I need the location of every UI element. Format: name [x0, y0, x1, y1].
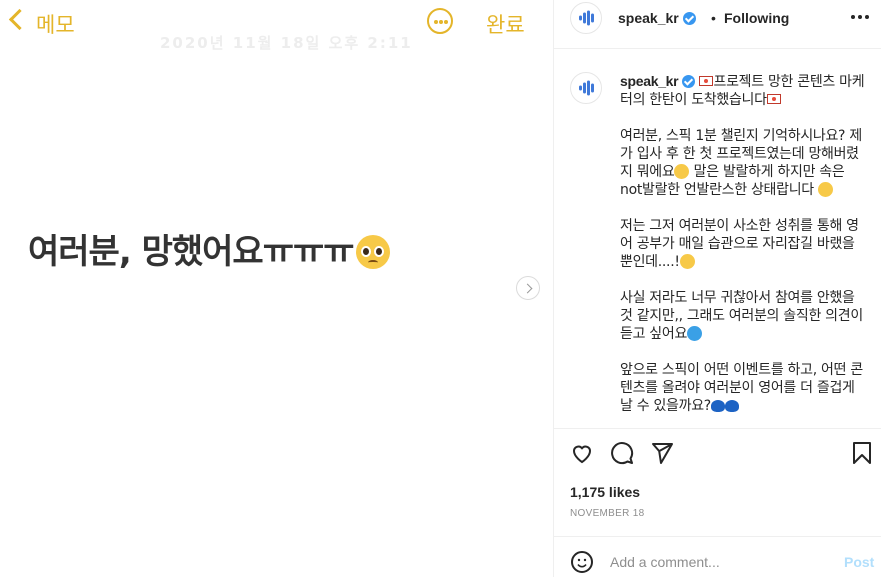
caption-text: 사실 저라도 너무 귀찮아서 참여를 안했을 것 같지만,, 그래도 여러분의 …: [620, 290, 863, 342]
next-media-button[interactable]: [516, 276, 540, 300]
caption-text: 저는 그저 여러분이 사소한 성취를 통해 영어 공부가 매일 습관으로 자리잡…: [620, 218, 859, 270]
caption-username[interactable]: speak_kr: [620, 73, 679, 89]
like-heart-icon[interactable]: [570, 441, 594, 465]
memo-done-label: 완료: [486, 13, 525, 37]
instagram-post-modal: 메모 완료 2020년 11월 18일 오후 2:11 여러분, 망했어요ㅠㅠㅠ…: [0, 0, 881, 577]
bookmark-save-icon[interactable]: [850, 441, 874, 465]
love-letter-emoji-icon: [766, 94, 781, 104]
pleading-face-emoji-icon: [355, 235, 390, 269]
post-caption: speak_kr 프로젝트 망한 콘텐츠 마케터의 한탄이 도착했습니다 여러분…: [620, 72, 870, 424]
likes-count[interactable]: 1,175 likes: [570, 484, 640, 500]
caption-text: 앞으로 스픽이 어떤 이벤트를 하고, 어떤 콘텐츠를 올려야 여러분이 영어를…: [620, 362, 863, 414]
comment-bubble-icon[interactable]: [610, 441, 634, 465]
comment-input[interactable]: [610, 554, 830, 570]
emoji-picker-icon[interactable]: [570, 550, 594, 574]
caption-paragraph: 저는 그저 여러분이 사소한 성취를 통해 영어 공부가 매일 습관으로 자리잡…: [620, 217, 870, 271]
wave-emoji-icon: [687, 326, 703, 341]
post-comment-button[interactable]: Post: [844, 554, 874, 570]
more-circle-icon: [427, 8, 453, 34]
chevron-right-icon: [522, 283, 533, 294]
post-media[interactable]: 메모 완료 2020년 11월 18일 오후 2:11 여러분, 망했어요ㅠㅠㅠ: [0, 0, 553, 577]
comment-divider: [554, 536, 881, 537]
memo-back-label: 메모: [36, 13, 75, 37]
smile-emoji-icon: [818, 182, 834, 197]
action-bar: [570, 441, 871, 465]
caption-paragraph: 사실 저라도 너무 귀찮아서 참여를 안했을 것 같지만,, 그래도 여러분의 …: [620, 289, 870, 343]
post-date[interactable]: NOVEMBER 18: [570, 508, 644, 519]
avatar[interactable]: [570, 2, 602, 34]
caption-divider: [554, 428, 881, 429]
caption-paragraph: 여러분, 스픽 1분 챌린지 기억하시나요? 제가 입사 후 한 첫 프로젝트였…: [620, 127, 870, 199]
smile-emoji-icon: [674, 164, 690, 179]
sad-face-emoji-icon: [679, 254, 695, 269]
comment-form: Post: [554, 544, 881, 577]
memo-headline: 여러분, 망했어요ㅠㅠㅠ: [28, 224, 390, 273]
verified-badge-icon: [682, 12, 696, 25]
verified-badge-icon: [682, 75, 696, 88]
blue-heart-emoji-icon: [710, 400, 725, 412]
header-username-text[interactable]: speak_kr: [618, 10, 679, 26]
caption-avatar[interactable]: [570, 72, 602, 104]
blue-heart-emoji-icon: [724, 400, 739, 412]
chevron-left-icon: [8, 8, 31, 31]
header-divider: [554, 48, 881, 49]
share-send-icon[interactable]: [650, 441, 674, 465]
following-button[interactable]: Following: [724, 10, 789, 26]
love-letter-emoji-icon: [699, 76, 714, 86]
post-side-panel: speak_kr • Following speak_kr 프로젝트 망한 콘텐…: [553, 0, 881, 577]
caption-paragraph: 앞으로 스픽이 어떤 이벤트를 하고, 어떤 콘텐츠를 올려야 여러분이 영어를…: [620, 361, 870, 415]
caption-paragraph: speak_kr 프로젝트 망한 콘텐츠 마케터의 한탄이 도착했습니다: [620, 72, 870, 109]
header-username[interactable]: speak_kr: [618, 10, 696, 26]
header-separator: •: [711, 10, 716, 26]
memo-faded-date: 2020년 11월 18일 오후 2:11: [160, 34, 413, 52]
memo-headline-text: 여러분, 망했어요ㅠㅠㅠ: [28, 232, 355, 272]
more-options-icon[interactable]: [851, 15, 869, 19]
